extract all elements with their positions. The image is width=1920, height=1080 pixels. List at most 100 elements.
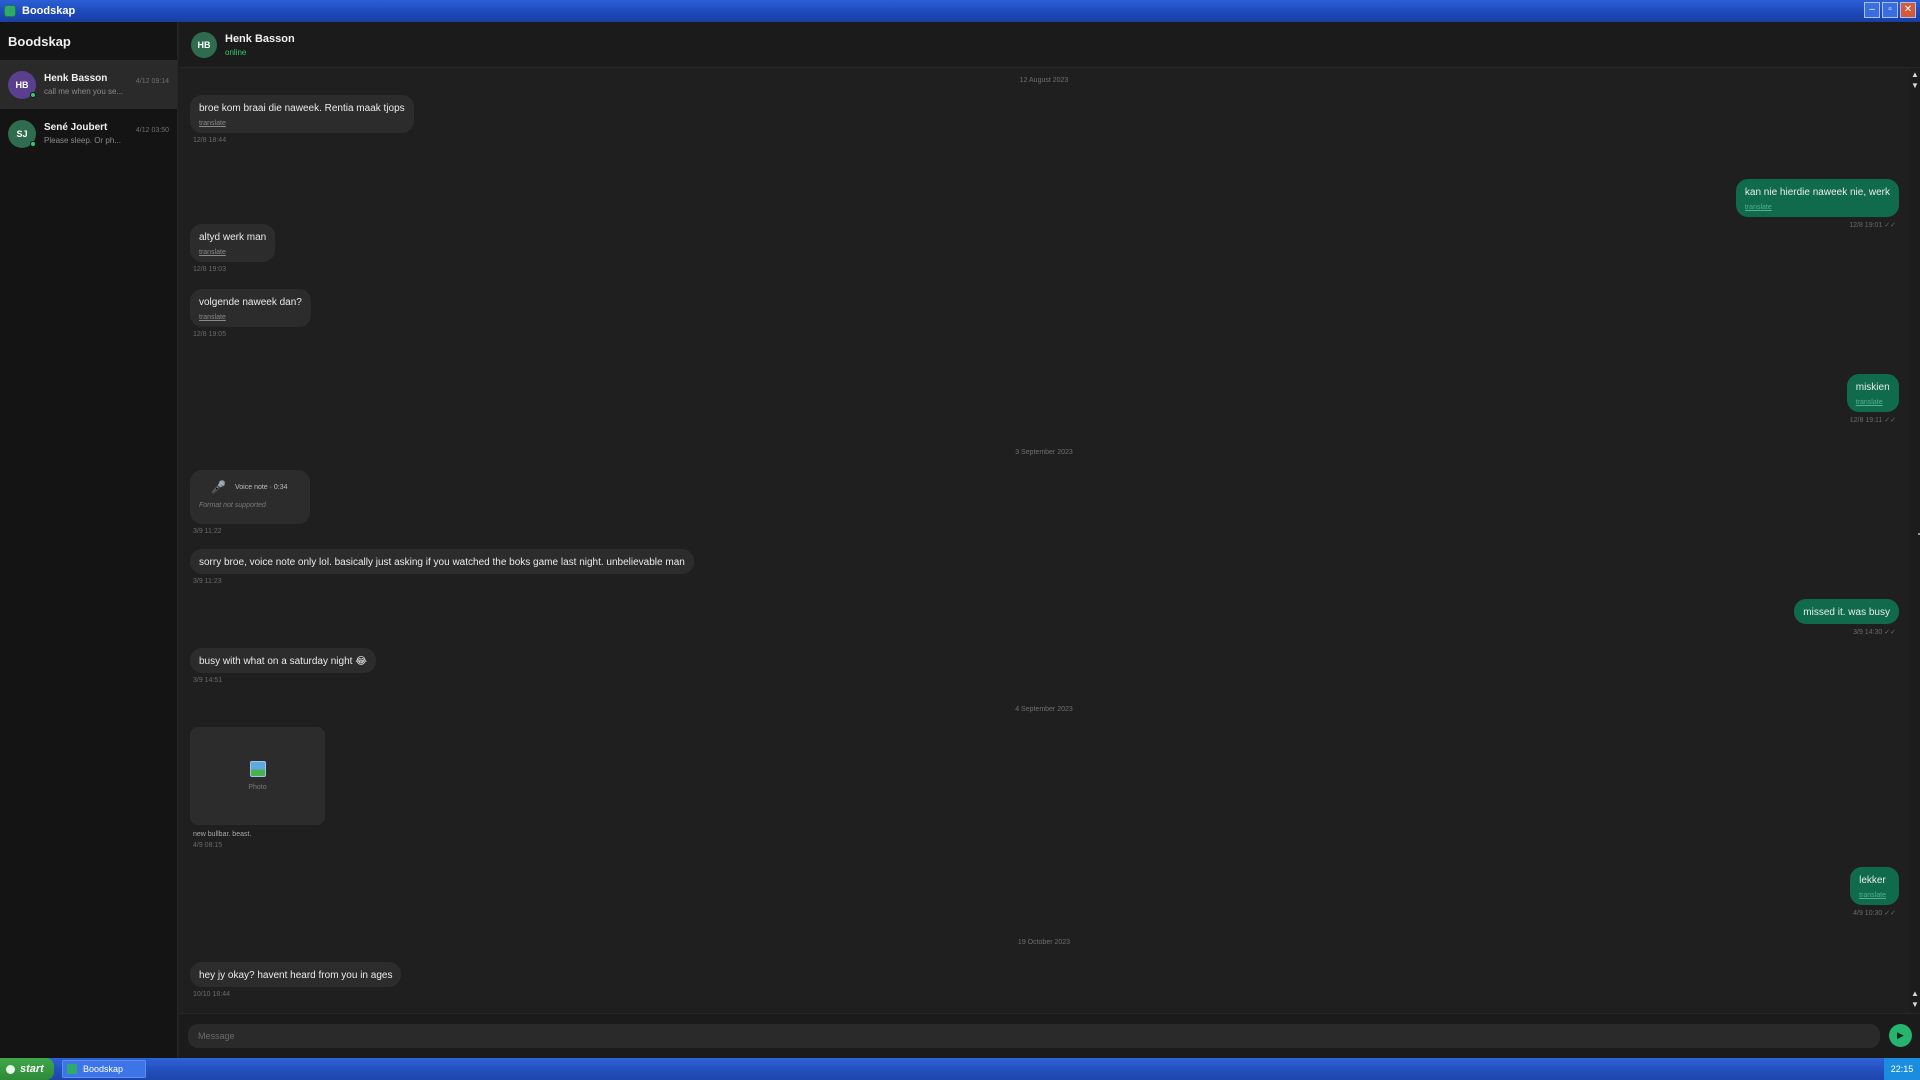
send-icon: ▶	[1897, 1030, 1904, 1040]
send-button[interactable]: ▶	[1889, 1024, 1912, 1047]
contact-avatar[interactable]: HB	[191, 31, 217, 58]
message-incoming: busy with what on a saturday night 😂 3/9…	[190, 648, 376, 684]
date-separator: 4 September 2023	[1015, 706, 1073, 713]
message-text: busy with what on a saturday night 😂	[199, 656, 367, 667]
message-text: volgende naweek dan?	[199, 297, 302, 308]
conversation-text: Henk Basson call me when you se...	[44, 73, 130, 96]
minimize-button[interactable]: –	[1864, 2, 1880, 18]
message-incoming: hey jy okay? havent heard from you in ag…	[190, 962, 402, 998]
message-meta: 3/9 14:30 ✓✓	[1853, 629, 1896, 636]
message-bubble: busy with what on a saturday night 😂	[190, 648, 376, 673]
message-outgoing: miskien translate 12/8 19:11 ✓✓	[1846, 374, 1899, 424]
message-incoming: altyd werk man translate 12/8 19:03	[190, 224, 276, 273]
message-meta: 12/8 19:03	[193, 266, 227, 273]
start-label: start	[20, 1063, 44, 1075]
translate-link[interactable]: translate	[1745, 204, 1890, 211]
message-bubble: kan nie hierdie naweek nie, werk transla…	[1735, 179, 1899, 217]
message-outgoing: missed it. was busy 3/9 14:30 ✓✓	[1794, 599, 1899, 636]
message-meta: 3/9 11:23	[193, 578, 222, 585]
message-photo: Photo new bullbar. beast. 4/9 08:15	[190, 727, 325, 849]
message-meta: 12/8 19:05	[193, 331, 227, 338]
message-text: altyd werk man	[199, 232, 267, 243]
message-list[interactable]: 12 August 2023 broe kom braai die naweek…	[179, 68, 1909, 1013]
message-bubble: broe kom braai die naweek. Rentia maak t…	[190, 95, 414, 133]
photo-caption: new bullbar. beast.	[193, 831, 252, 838]
contact-info: Henk Basson online	[225, 33, 295, 57]
conversation-time: 4/12 09:14	[135, 78, 169, 85]
message-bubble: hey jy okay? havent heard from you in ag…	[190, 962, 402, 987]
system-clock: 22:15	[1884, 1058, 1920, 1080]
close-button[interactable]: ✕	[1900, 2, 1916, 18]
photo-label: Photo	[248, 784, 267, 791]
voice-note-bubble[interactable]: 🎤 Voice note · 0:34 Format not supported	[190, 470, 310, 524]
conversation-time: 4/12 03:50	[135, 127, 169, 134]
windows-logo-icon	[6, 1064, 15, 1074]
app-window: Boodskap – ▫ ✕ Boodskap HB Henk Basson c…	[0, 0, 1920, 1080]
scroll-up-arrow-icon[interactable]: ▲	[1911, 990, 1919, 998]
date-separator: 19 October 2023	[1017, 939, 1071, 946]
translate-link[interactable]: translate	[199, 249, 266, 256]
window-title: Boodskap	[22, 5, 76, 17]
avatar: SJ	[8, 119, 36, 148]
translate-link[interactable]: translate	[199, 314, 302, 321]
message-bubble: sorry broe, voice note only lol. basical…	[190, 549, 694, 574]
taskbar: start Boodskap 22:15	[0, 1058, 1920, 1080]
message-meta: 12/8 19:11 ✓✓	[1849, 417, 1896, 424]
online-indicator-icon	[30, 91, 36, 98]
message-incoming: sorry broe, voice note only lol. basical…	[190, 549, 694, 585]
message-text: broe kom braai die naweek. Rentia maak t…	[199, 103, 405, 114]
message-outgoing: kan nie hierdie naweek nie, werk transla…	[1735, 179, 1899, 229]
conversation-sidebar: Boodskap HB Henk Basson call me when you…	[0, 22, 178, 1058]
message-text: hey jy okay? havent heard from you in ag…	[199, 970, 393, 981]
message-input[interactable]	[188, 1024, 1880, 1048]
message-text: sorry broe, voice note only lol. basical…	[199, 557, 685, 568]
message-outgoing: lekker translate 4/9 10:30 ✓✓	[1850, 867, 1899, 917]
translate-link[interactable]: translate	[199, 120, 405, 127]
message-meta: 12/8 19:01 ✓✓	[1849, 222, 1896, 229]
message-meta: 12/8 18:44	[193, 137, 227, 144]
app-logo-icon	[67, 1064, 77, 1074]
voice-note-row: 🎤 Voice note · 0:34	[199, 480, 301, 494]
translate-link[interactable]: translate	[1856, 399, 1890, 406]
scroll-up-arrow-icon[interactable]: ▲	[1911, 71, 1919, 79]
message-meta: 4/9 08:15	[193, 842, 223, 849]
message-text: kan nie hierdie naweek nie, werk	[1744, 187, 1890, 198]
avatar-initials: HB	[15, 79, 29, 90]
chat-header: HB Henk Basson online	[179, 22, 1920, 68]
conversation-item-henk-basson[interactable]: HB Henk Basson call me when you se... 4/…	[0, 60, 177, 109]
message-incoming: broe kom braai die naweek. Rentia maak t…	[190, 95, 414, 144]
message-bubble: volgende naweek dan? translate	[190, 289, 311, 327]
scroll-down-arrow-icon[interactable]: ▼	[1911, 82, 1919, 90]
avatar-initials: HB	[197, 39, 211, 50]
online-indicator-icon	[30, 140, 36, 147]
conversation-name: Henk Basson	[44, 73, 108, 84]
message-text: miskien	[1855, 382, 1890, 393]
title-bar[interactable]: Boodskap – ▫ ✕	[0, 0, 1920, 22]
conversation-text: Sené Joubert Please sleep. Or ph...	[44, 122, 130, 145]
message-text: lekker	[1859, 875, 1886, 886]
conversation-name: Sené Joubert	[44, 122, 108, 133]
contact-name: Henk Basson	[225, 32, 295, 45]
message-meta: 3/9 11:22	[193, 528, 222, 535]
app-logo-icon	[4, 5, 16, 17]
message-meta: 3/9 14:51	[193, 677, 223, 684]
start-button[interactable]: start	[0, 1058, 54, 1080]
photo-attachment[interactable]: Photo	[190, 727, 325, 825]
image-icon	[249, 761, 266, 777]
avatar: HB	[8, 70, 36, 99]
scroll-down-arrow-icon[interactable]: ▼	[1911, 1001, 1919, 1009]
microphone-icon: 🎤	[211, 480, 226, 494]
conversation-preview: call me when you se...	[44, 87, 124, 96]
message-scrollbar[interactable]: ▲ ▼ ▲ ▼	[1910, 68, 1920, 1013]
taskbar-item-boodskap[interactable]: Boodskap	[62, 1060, 146, 1078]
date-separator: 3 September 2023	[1015, 449, 1073, 456]
message-bubble: missed it. was busy	[1794, 599, 1899, 624]
avatar-initials: SJ	[16, 128, 28, 139]
conversation-item-sene-joubert[interactable]: SJ Sené Joubert Please sleep. Or ph... 4…	[0, 109, 177, 158]
message-incoming: volgende naweek dan? translate 12/8 19:0…	[190, 289, 311, 338]
voice-note-label: Voice note · 0:34	[235, 483, 288, 491]
taskbar-item-label: Boodskap	[83, 1064, 124, 1074]
maximize-button[interactable]: ▫	[1882, 2, 1898, 18]
translate-link[interactable]: translate	[1859, 892, 1890, 899]
message-voice-note: 🎤 Voice note · 0:34 Format not supported…	[190, 470, 310, 535]
